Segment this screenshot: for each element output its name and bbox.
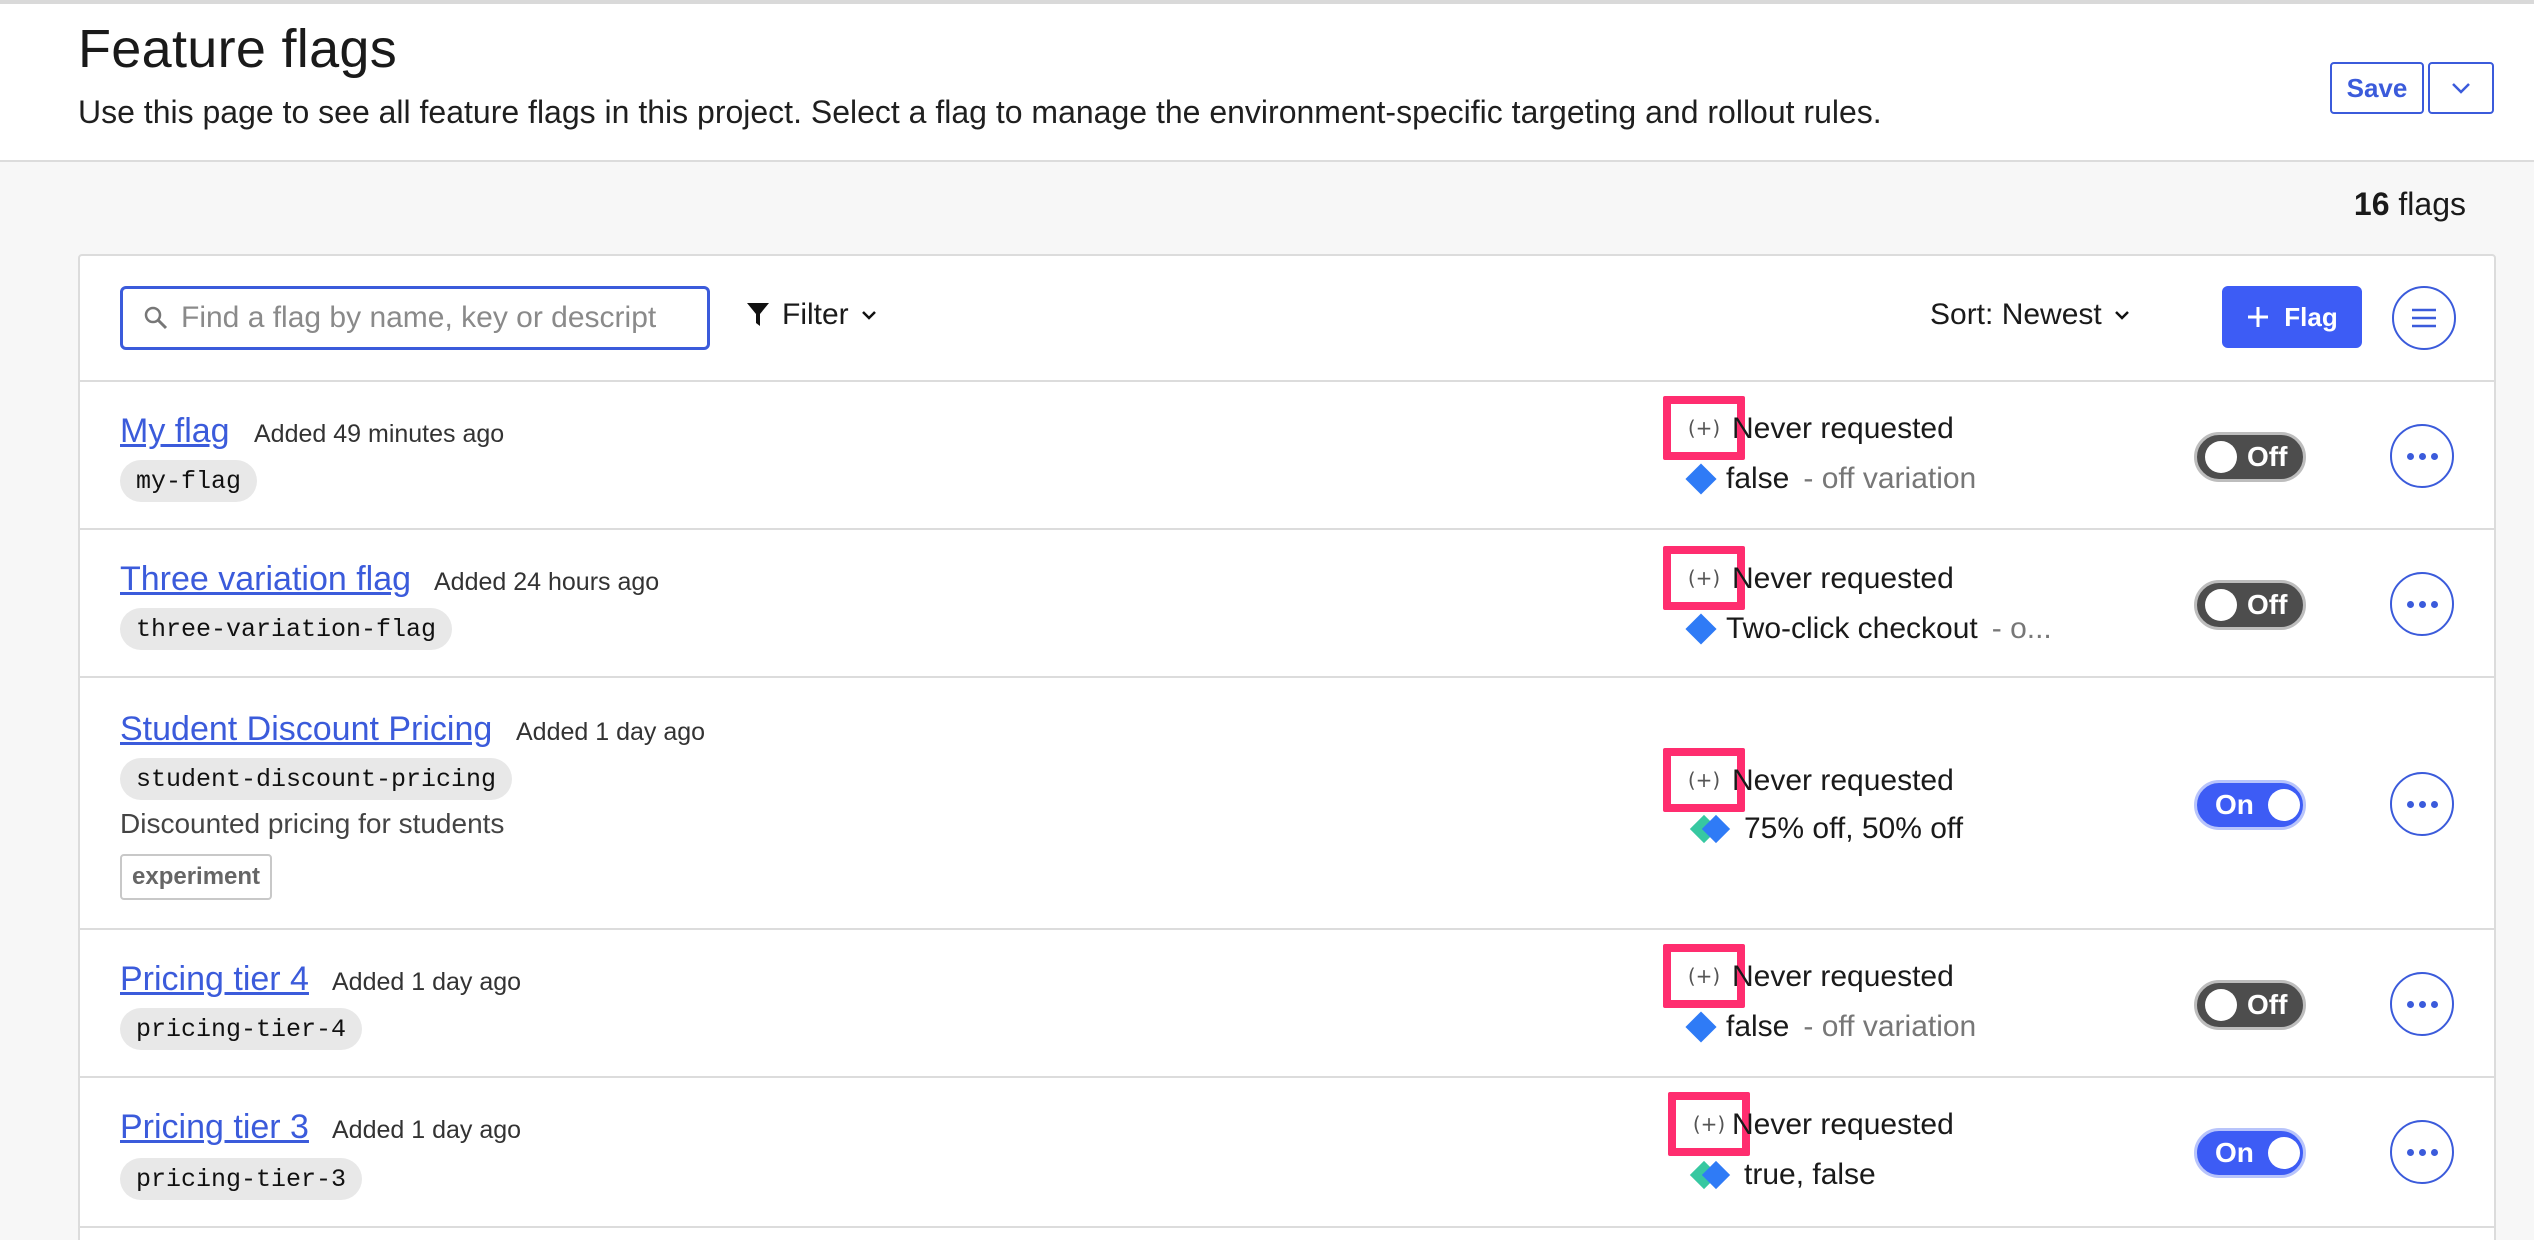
variation-value: Two-click checkout [1726,612,1978,645]
more-icon[interactable] [2390,772,2454,836]
flag-toggle[interactable]: Off [2194,432,2306,482]
flag-added-time: Added 1 day ago [332,968,522,996]
flag-count-label: flags [2398,186,2466,222]
flag-added-time: Added 49 minutes ago [254,420,505,448]
toggle-knob [2267,1137,2300,1169]
search-box[interactable] [120,286,710,350]
variation-value: true, false [1744,1158,1876,1191]
flag-row[interactable]: My flag Added 49 minutes ago my-flag (+)… [80,382,2494,530]
variation-diamond-icon [1689,1160,1731,1190]
flags-toolbar: Filter Sort: Newest Flag [80,256,2494,382]
flags-panel: Filter Sort: Newest Flag My flag Added 4… [78,254,2496,1240]
variation-diamond-icon [1685,1011,1717,1043]
flag-key: student-discount-pricing [120,758,513,800]
flag-toggle[interactable]: On [2194,1128,2306,1178]
flag-name-link[interactable]: Student Discount Pricing [120,710,492,749]
add-flag-button[interactable]: Flag [2222,286,2362,348]
chevron-down-icon [2452,83,2470,94]
save-button[interactable]: Save [2330,62,2424,114]
flag-key: my-flag [120,460,258,502]
toggle-knob [2205,589,2237,621]
toggle-label: On [2215,1137,2254,1168]
add-flag-label: Flag [2284,301,2338,332]
filter-label: Filter [782,298,849,331]
toggle-label: On [2215,789,2254,820]
more-icon[interactable] [2390,972,2454,1036]
flag-added-time: Added 1 day ago [332,1116,522,1144]
flag-toggle[interactable]: Off [2194,580,2306,630]
flag-toggle[interactable]: On [2194,780,2306,830]
more-icon[interactable] [2390,424,2454,488]
flag-variation: false - off variation [1685,462,1977,496]
sort-dropdown[interactable]: Sort: Newest [1930,298,2130,332]
flag-status: Never requested [1732,562,1954,595]
filter-icon [747,303,769,326]
variation-value: false [1726,462,1790,495]
chevron-down-icon [2114,311,2129,320]
flag-row[interactable]: Student Discount Pricing Added 1 day ago… [80,678,2494,930]
variation-value: false [1726,1010,1790,1043]
flag-row[interactable]: Three variation flag Added 24 hours ago … [80,530,2494,678]
variation-diamond-icon [1685,463,1717,495]
more-icon[interactable] [2390,572,2454,636]
search-icon [144,306,168,330]
flag-row[interactable]: Pricing tier 4 Added 1 day ago pricing-t… [80,930,2494,1078]
variation-value: 75% off, 50% off [1744,812,1964,845]
flag-variation: true, false [1689,1158,1876,1192]
save-options-button[interactable] [2428,62,2494,114]
flag-name-link[interactable]: Pricing tier 3 [120,1108,309,1147]
flag-status: Never requested [1732,412,1954,445]
flag-name-link[interactable]: Three variation flag [120,560,411,599]
flag-count-number: 16 [2353,186,2390,222]
flag-key: pricing-tier-3 [120,1158,363,1200]
toggle-label: Off [2247,441,2288,472]
flag-variation: false - off variation [1685,1010,1977,1044]
list-menu-button[interactable] [2392,286,2456,350]
flag-variation: 75% off, 50% off [1689,812,1964,846]
chevron-down-icon [861,311,876,320]
flag-key: three-variation-flag [120,608,453,650]
flag-status: Never requested [1732,960,1954,993]
variation-suffix: - off variation [1803,462,1977,495]
flag-key: pricing-tier-4 [120,1008,363,1050]
plus-icon [2248,307,2269,327]
variation-suffix: - o... [1991,612,2052,645]
list-menu-icon [2412,308,2436,328]
flag-tag[interactable]: experiment [120,854,273,900]
sort-label: Sort: Newest [1930,298,2102,331]
search-input[interactable] [181,301,681,335]
save-button-group: Save [2330,62,2494,114]
toggle-knob [2205,989,2237,1021]
flag-name-link[interactable]: Pricing tier 4 [120,960,309,999]
flag-row[interactable]: Pricing tier 3 Added 1 day ago pricing-t… [80,1078,2494,1228]
page-title: Feature flags [78,19,398,79]
page-header: Feature flags Use this page to see all f… [0,4,2534,162]
toggle-label: Off [2247,589,2288,620]
variation-diamond-icon [1689,814,1731,844]
flag-added-time: Added 24 hours ago [434,568,660,596]
more-icon[interactable] [2390,1120,2454,1184]
flag-count: 16 flags [2354,186,2466,223]
filter-button[interactable]: Filter [746,298,877,332]
toggle-knob [2267,789,2300,821]
toggle-label: Off [2247,989,2288,1020]
flag-name-link[interactable]: My flag [120,412,230,451]
toggle-knob [2205,441,2237,473]
flag-added-time: Added 1 day ago [516,718,706,746]
page-description: Use this page to see all feature flags i… [78,94,1882,130]
variation-diamond-icon [1685,613,1717,645]
flag-status: Never requested [1732,764,1954,797]
flag-status: Never requested [1732,1108,1954,1141]
flag-toggle[interactable]: Off [2194,980,2306,1030]
variation-suffix: - off variation [1803,1010,1977,1043]
flag-description: Discounted pricing for students [120,808,505,839]
flag-variation: Two-click checkout - o... [1685,612,2052,646]
